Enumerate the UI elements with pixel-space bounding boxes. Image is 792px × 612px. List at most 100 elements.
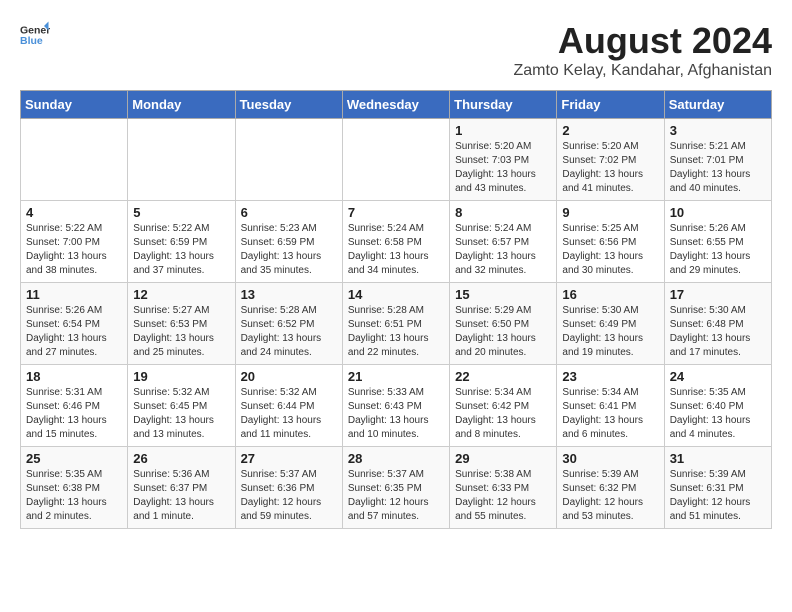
calendar-cell: [235, 119, 342, 201]
day-info: Sunrise: 5:24 AM Sunset: 6:57 PM Dayligh…: [455, 222, 551, 278]
calendar-cell: 25Sunrise: 5:35 AM Sunset: 6:38 PM Dayli…: [21, 447, 128, 529]
calendar-cell: 27 Sunrise: 5:37 AM Sunset: 6:36 PM Dayli…: [235, 447, 342, 529]
logo-icon: General Blue: [20, 20, 50, 50]
day-number: 14: [348, 287, 444, 302]
calendar-cell: 11 Sunrise: 5:26 AM Sunset: 6:54 PM Dayli…: [21, 283, 128, 365]
calendar-cell: 20Sunrise: 5:32 AM Sunset: 6:44 PM Dayli…: [235, 365, 342, 447]
calendar-cell: 26Sunrise: 5:36 AM Sunset: 6:37 PM Dayli…: [128, 447, 235, 529]
day-number: 19: [133, 369, 229, 384]
day-info: Sunrise: 5:20 AM Sunset: 7:02 PM Dayligh…: [562, 140, 658, 196]
day-number: 30: [562, 451, 658, 466]
day-info: Sunrise: 5:32 AM Sunset: 6:45 PM Dayligh…: [133, 386, 229, 442]
day-info: Sunrise: 5:37 AM Sunset: 6:35 PM Dayligh…: [348, 468, 444, 524]
day-number: 29: [455, 451, 551, 466]
day-info: Sunrise: 5:28 AM Sunset: 6:52 PM Dayligh…: [241, 304, 337, 360]
day-number: 28: [348, 451, 444, 466]
calendar-cell: 10 Sunrise: 5:26 AM Sunset: 6:55 PM Dayli…: [664, 201, 771, 283]
day-number: 1: [455, 123, 551, 138]
calendar-week-row: 11 Sunrise: 5:26 AM Sunset: 6:54 PM Dayli…: [21, 283, 772, 365]
day-info: Sunrise: 5:30 AM Sunset: 6:49 PM Dayligh…: [562, 304, 658, 360]
day-number: 6: [241, 205, 337, 220]
calendar-cell: 22 Sunrise: 5:34 AM Sunset: 6:42 PM Dayli…: [450, 365, 557, 447]
weekday-header-friday: Friday: [557, 91, 664, 119]
day-info: Sunrise: 5:34 AM Sunset: 6:42 PM Dayligh…: [455, 386, 551, 442]
weekday-header-sunday: Sunday: [21, 91, 128, 119]
day-info: Sunrise: 5:28 AM Sunset: 6:51 PM Dayligh…: [348, 304, 444, 360]
calendar-table: SundayMondayTuesdayWednesdayThursdayFrid…: [20, 90, 772, 529]
day-info: Sunrise: 5:26 AM Sunset: 6:54 PM Dayligh…: [26, 304, 122, 360]
calendar-cell: 19 Sunrise: 5:32 AM Sunset: 6:45 PM Dayli…: [128, 365, 235, 447]
day-number: 11: [26, 287, 122, 302]
calendar-cell: 29Sunrise: 5:38 AM Sunset: 6:33 PM Dayli…: [450, 447, 557, 529]
weekday-header-thursday: Thursday: [450, 91, 557, 119]
day-info: Sunrise: 5:32 AM Sunset: 6:44 PM Dayligh…: [241, 386, 337, 442]
day-number: 5: [133, 205, 229, 220]
calendar-week-row: 25Sunrise: 5:35 AM Sunset: 6:38 PM Dayli…: [21, 447, 772, 529]
day-number: 7: [348, 205, 444, 220]
weekday-header-saturday: Saturday: [664, 91, 771, 119]
day-number: 31: [670, 451, 766, 466]
day-info: Sunrise: 5:33 AM Sunset: 6:43 PM Dayligh…: [348, 386, 444, 442]
calendar-cell: 15Sunrise: 5:29 AM Sunset: 6:50 PM Dayli…: [450, 283, 557, 365]
day-number: 24: [670, 369, 766, 384]
day-number: 17: [670, 287, 766, 302]
day-number: 9: [562, 205, 658, 220]
calendar-cell: 4 Sunrise: 5:22 AM Sunset: 7:00 PM Daylig…: [21, 201, 128, 283]
month-title: August 2024: [513, 20, 772, 62]
day-number: 16: [562, 287, 658, 302]
calendar-cell: 12Sunrise: 5:27 AM Sunset: 6:53 PM Dayli…: [128, 283, 235, 365]
calendar-cell: 2 Sunrise: 5:20 AM Sunset: 7:02 PM Daylig…: [557, 119, 664, 201]
day-info: Sunrise: 5:25 AM Sunset: 6:56 PM Dayligh…: [562, 222, 658, 278]
calendar-cell: [342, 119, 449, 201]
calendar-cell: 13 Sunrise: 5:28 AM Sunset: 6:52 PM Dayli…: [235, 283, 342, 365]
day-info: Sunrise: 5:23 AM Sunset: 6:59 PM Dayligh…: [241, 222, 337, 278]
day-info: Sunrise: 5:24 AM Sunset: 6:58 PM Dayligh…: [348, 222, 444, 278]
weekday-header-monday: Monday: [128, 91, 235, 119]
day-info: Sunrise: 5:26 AM Sunset: 6:55 PM Dayligh…: [670, 222, 766, 278]
day-number: 13: [241, 287, 337, 302]
day-number: 23: [562, 369, 658, 384]
day-info: Sunrise: 5:34 AM Sunset: 6:41 PM Dayligh…: [562, 386, 658, 442]
day-number: 10: [670, 205, 766, 220]
calendar-cell: [128, 119, 235, 201]
day-number: 27: [241, 451, 337, 466]
calendar-cell: 7 Sunrise: 5:24 AM Sunset: 6:58 PM Daylig…: [342, 201, 449, 283]
day-number: 8: [455, 205, 551, 220]
day-info: Sunrise: 5:22 AM Sunset: 6:59 PM Dayligh…: [133, 222, 229, 278]
calendar-cell: 21Sunrise: 5:33 AM Sunset: 6:43 PM Dayli…: [342, 365, 449, 447]
day-number: 2: [562, 123, 658, 138]
calendar-cell: 24 Sunrise: 5:35 AM Sunset: 6:40 PM Dayli…: [664, 365, 771, 447]
day-number: 3: [670, 123, 766, 138]
day-number: 18: [26, 369, 122, 384]
calendar-cell: 5 Sunrise: 5:22 AM Sunset: 6:59 PM Daylig…: [128, 201, 235, 283]
calendar-cell: 31Sunrise: 5:39 AM Sunset: 6:31 PM Dayli…: [664, 447, 771, 529]
location: Zamto Kelay, Kandahar, Afghanistan: [513, 62, 772, 80]
calendar-week-row: 18 Sunrise: 5:31 AM Sunset: 6:46 PM Dayli…: [21, 365, 772, 447]
day-info: Sunrise: 5:37 AM Sunset: 6:36 PM Dayligh…: [241, 468, 337, 524]
day-number: 26: [133, 451, 229, 466]
calendar-cell: 17 Sunrise: 5:30 AM Sunset: 6:48 PM Dayli…: [664, 283, 771, 365]
day-number: 22: [455, 369, 551, 384]
weekday-header-tuesday: Tuesday: [235, 91, 342, 119]
page-header: General Blue August 2024 Zamto Kelay, Ka…: [20, 20, 772, 80]
day-info: Sunrise: 5:35 AM Sunset: 6:40 PM Dayligh…: [670, 386, 766, 442]
calendar-week-row: 4 Sunrise: 5:22 AM Sunset: 7:00 PM Daylig…: [21, 201, 772, 283]
calendar-cell: [21, 119, 128, 201]
day-number: 15: [455, 287, 551, 302]
day-info: Sunrise: 5:39 AM Sunset: 6:32 PM Dayligh…: [562, 468, 658, 524]
calendar-cell: 3Sunrise: 5:21 AM Sunset: 7:01 PM Daylig…: [664, 119, 771, 201]
calendar-cell: 28 Sunrise: 5:37 AM Sunset: 6:35 PM Dayli…: [342, 447, 449, 529]
weekday-header-wednesday: Wednesday: [342, 91, 449, 119]
calendar-cell: 18 Sunrise: 5:31 AM Sunset: 6:46 PM Dayli…: [21, 365, 128, 447]
weekday-header-row: SundayMondayTuesdayWednesdayThursdayFrid…: [21, 91, 772, 119]
calendar-week-row: 1Sunrise: 5:20 AM Sunset: 7:03 PM Daylig…: [21, 119, 772, 201]
day-number: 4: [26, 205, 122, 220]
logo: General Blue: [20, 20, 50, 50]
day-info: Sunrise: 5:31 AM Sunset: 6:46 PM Dayligh…: [26, 386, 122, 442]
day-info: Sunrise: 5:30 AM Sunset: 6:48 PM Dayligh…: [670, 304, 766, 360]
day-info: Sunrise: 5:27 AM Sunset: 6:53 PM Dayligh…: [133, 304, 229, 360]
day-info: Sunrise: 5:22 AM Sunset: 7:00 PM Dayligh…: [26, 222, 122, 278]
calendar-cell: 14 Sunrise: 5:28 AM Sunset: 6:51 PM Dayli…: [342, 283, 449, 365]
day-number: 25: [26, 451, 122, 466]
title-block: August 2024 Zamto Kelay, Kandahar, Afgha…: [513, 20, 772, 80]
